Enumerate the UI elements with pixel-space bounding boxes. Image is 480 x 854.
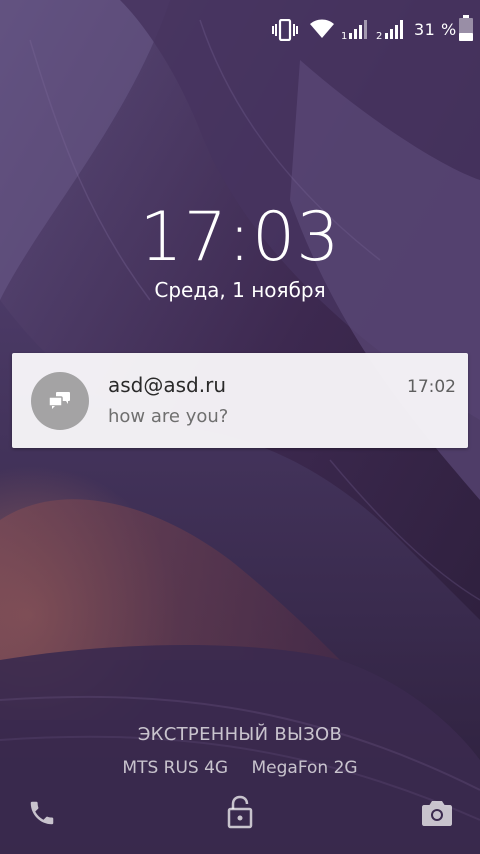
svg-text:2: 2 <box>376 31 382 40</box>
lockscreen-date: Среда, 1 ноября <box>154 278 326 302</box>
notification-time: 17:02 <box>407 377 456 397</box>
phone-icon[interactable] <box>27 798 57 828</box>
signal-sim1-icon: 1 <box>341 20 367 40</box>
notification-body: how are you? <box>108 406 229 427</box>
battery-percentage: 31 % <box>414 20 457 39</box>
notification-app-icon <box>31 372 89 430</box>
status-bar: 1 2 31 % <box>0 0 480 60</box>
carrier-sim1: MTS RUS 4G <box>122 758 229 778</box>
unlock-icon[interactable] <box>226 795 254 829</box>
battery-icon <box>459 15 473 41</box>
signal-sim2-icon: 2 <box>376 20 403 40</box>
lock-screen: 1 2 31 % 17:03 Среда, 1 ноября asd@asd.r… <box>0 0 480 854</box>
lockscreen-clock: 17:03 <box>139 198 341 277</box>
notification-card[interactable]: asd@asd.ru 17:02 how are you? <box>12 353 468 448</box>
emergency-call-button[interactable]: ЭКСТРЕННЫЙ ВЫЗОВ <box>0 722 480 748</box>
camera-icon[interactable] <box>421 799 453 827</box>
carrier-info: MTS RUS 4G MegaFon 2G <box>0 756 480 780</box>
wifi-icon <box>310 19 334 38</box>
chat-bubbles-icon <box>49 392 70 409</box>
carrier-sim2: MegaFon 2G <box>251 758 358 778</box>
notification-title: asd@asd.ru <box>108 373 226 397</box>
svg-text:1: 1 <box>341 31 347 40</box>
vibrate-icon <box>272 19 298 41</box>
